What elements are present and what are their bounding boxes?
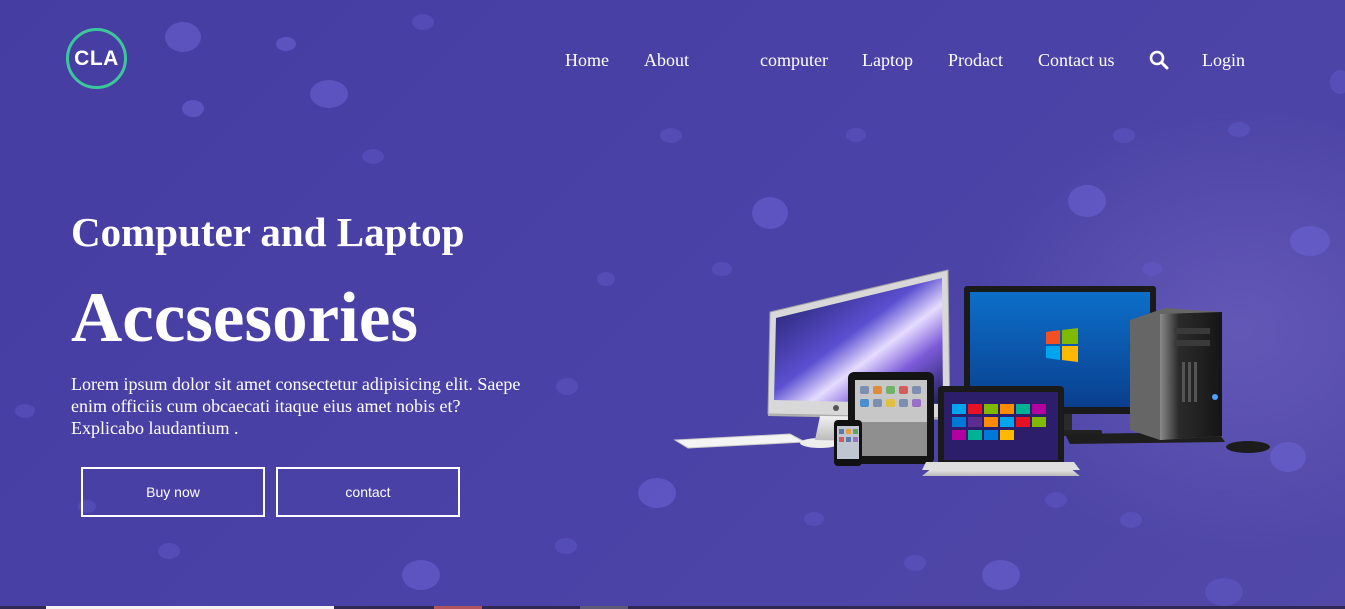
bubble-decoration — [1120, 512, 1142, 528]
bubble-decoration — [982, 560, 1020, 590]
bubble-decoration — [846, 128, 866, 142]
hero-description: Lorem ipsum dolor sit amet consectetur a… — [71, 374, 521, 438]
bubble-decoration — [1228, 122, 1250, 137]
bubble-decoration — [597, 272, 615, 286]
bubble-decoration — [556, 378, 578, 395]
bubble-decoration — [1290, 226, 1330, 256]
logo[interactable]: CLA — [66, 28, 127, 89]
nav-item-contact-us[interactable]: Contact us — [1038, 49, 1115, 71]
devices-illustration — [673, 269, 1270, 476]
bubble-decoration — [638, 478, 676, 508]
contact-button[interactable]: contact — [276, 467, 460, 517]
bubble-decoration — [402, 560, 440, 590]
bubble-decoration — [362, 149, 384, 164]
hero-title: Computer and Laptop — [71, 209, 465, 255]
bubble-decoration — [660, 128, 682, 143]
nav-item-product[interactable]: Prodact — [948, 49, 1003, 71]
buy-now-button[interactable]: Buy now — [81, 467, 265, 517]
nav-item-computer[interactable]: computer — [760, 49, 828, 71]
bubble-decoration — [412, 14, 434, 30]
nav-item-home[interactable]: Home — [565, 49, 609, 71]
bubble-decoration — [1205, 578, 1243, 606]
search-icon[interactable] — [1149, 50, 1169, 70]
logo-text: CLA — [74, 46, 119, 70]
hero-headline: Accsesories — [71, 279, 418, 357]
bubble-decoration — [1068, 185, 1106, 217]
bubble-decoration — [1113, 128, 1135, 143]
bubble-decoration — [1045, 492, 1067, 508]
bubble-decoration — [804, 512, 824, 526]
nav-item-about[interactable]: About — [644, 49, 689, 71]
bubble-decoration — [310, 80, 348, 108]
bubble-decoration — [1330, 70, 1345, 94]
bubble-decoration — [182, 100, 204, 117]
bubble-decoration — [15, 404, 35, 418]
nav-item-laptop[interactable]: Laptop — [862, 49, 913, 71]
login-link[interactable]: Login — [1202, 49, 1245, 71]
bubble-decoration — [904, 555, 926, 571]
bubble-decoration — [752, 197, 788, 229]
bubble-decoration — [276, 37, 296, 51]
bubble-decoration — [158, 543, 180, 559]
bubble-decoration — [165, 22, 201, 52]
bubble-decoration — [555, 538, 577, 554]
